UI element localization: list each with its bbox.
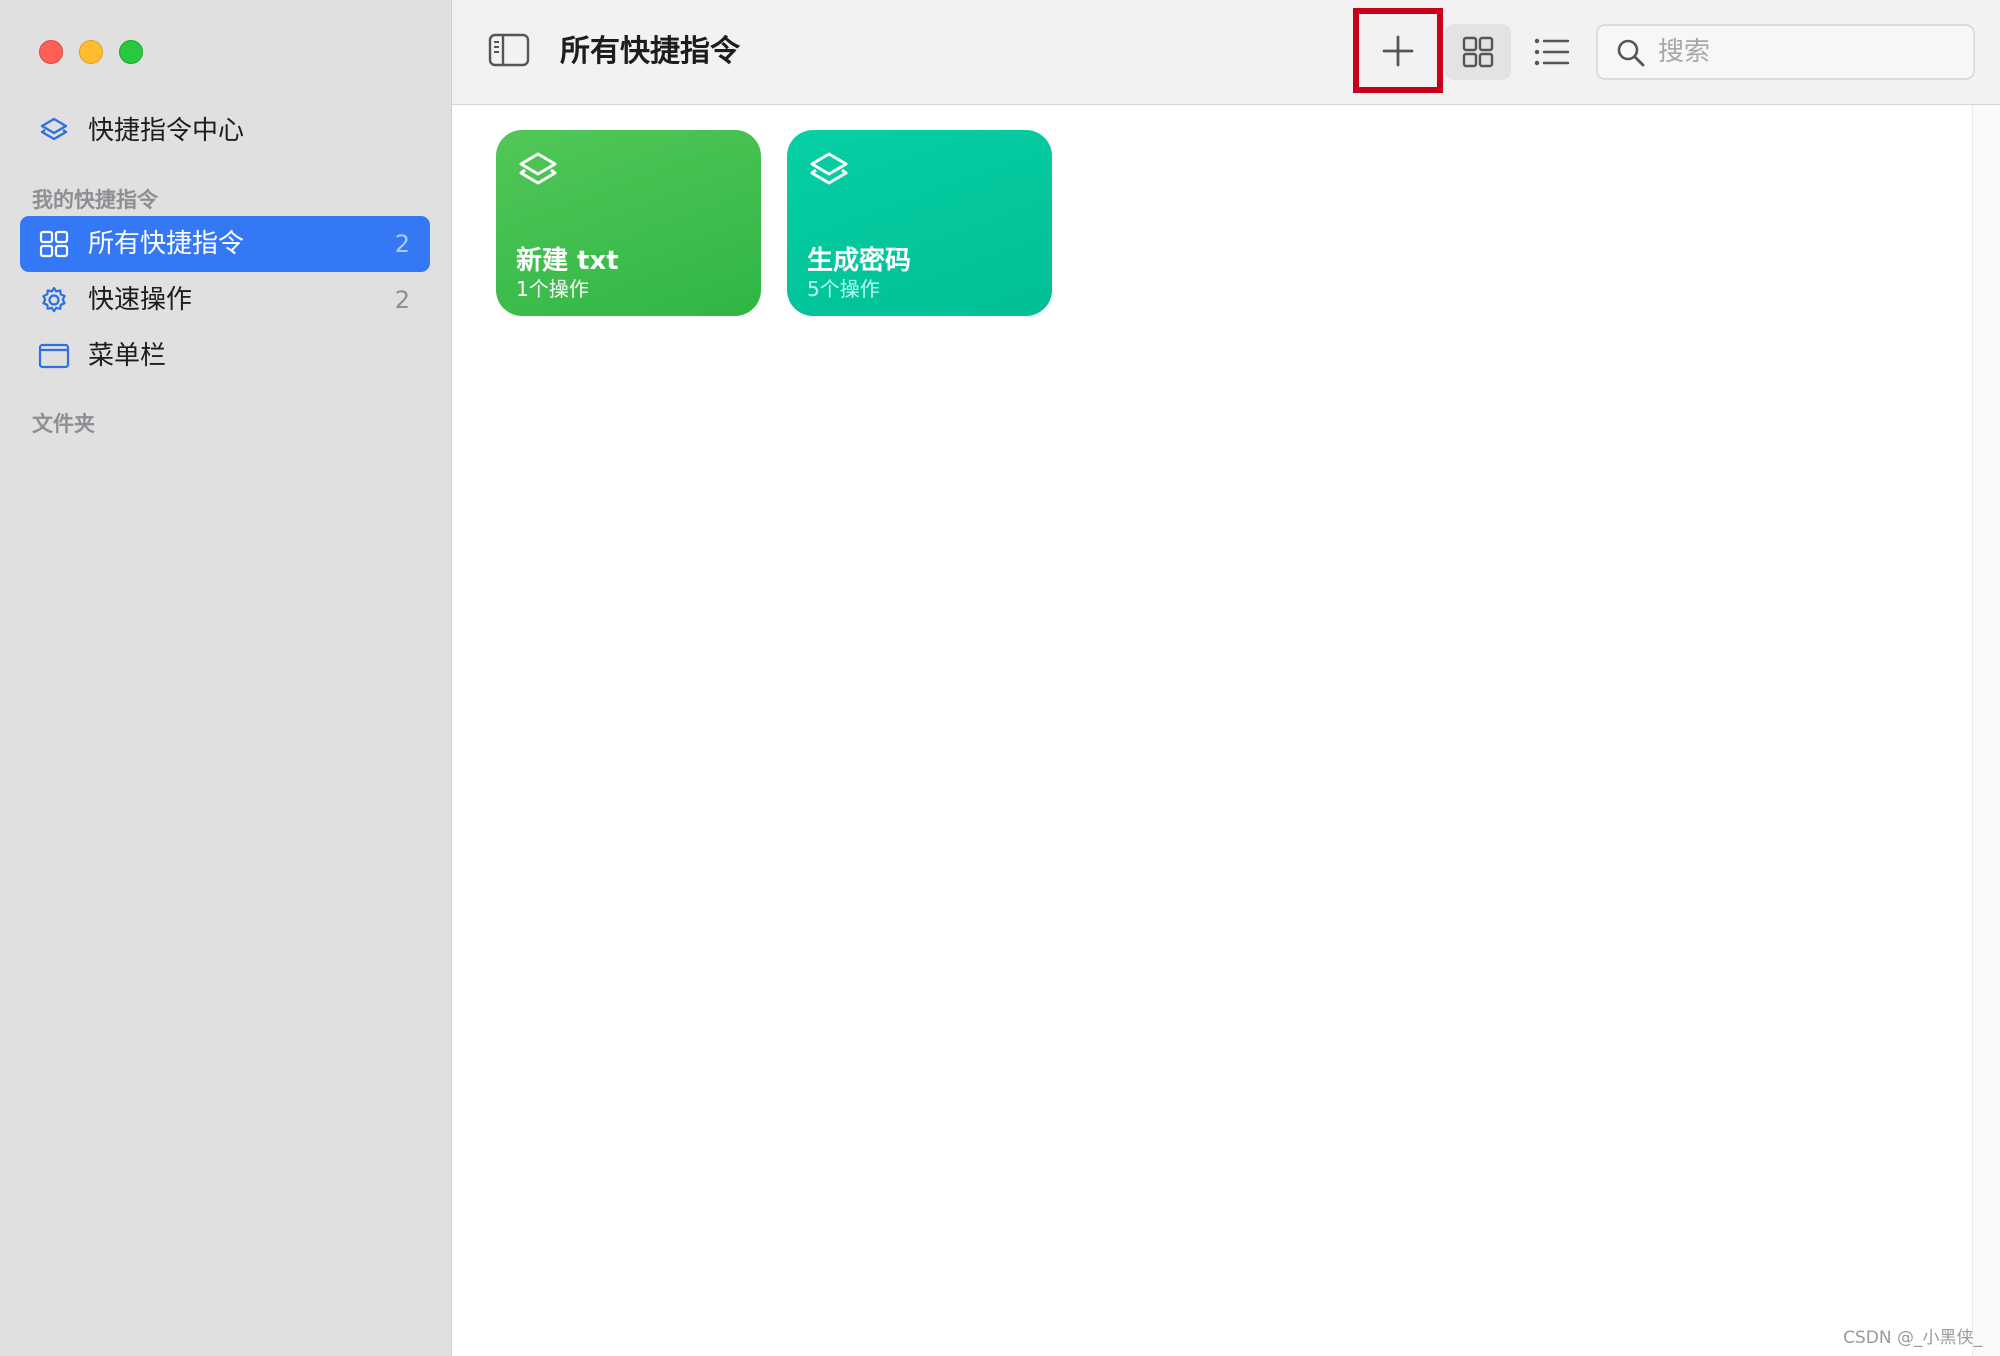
- shortcut-action-count: 5个操作: [807, 277, 880, 301]
- toolbar: 所有快捷指令: [452, 0, 2000, 105]
- sidebar-item-label: 快捷指令中心: [88, 116, 245, 146]
- gear-icon: [42, 286, 66, 313]
- section-heading-my-shortcuts: 我的快捷指令: [32, 188, 158, 212]
- plus-icon: [1382, 35, 1414, 66]
- add-shortcut-button[interactable]: [1353, 8, 1443, 93]
- sidebar-item-count: 2: [394, 230, 410, 258]
- grid-view-icon: [1462, 36, 1494, 68]
- sidebar-item-gallery[interactable]: 快捷指令中心: [20, 103, 430, 159]
- section-heading-folders: 文件夹: [32, 412, 95, 436]
- sidebar-item-label: 菜单栏: [88, 341, 167, 371]
- shortcuts-icon: [40, 117, 68, 141]
- shortcut-card[interactable]: 新建 txt 1个操作: [496, 130, 761, 316]
- zoom-window-button[interactable]: [119, 40, 143, 64]
- menubar-icon: [38, 343, 70, 369]
- search-icon: [1617, 39, 1645, 67]
- scrollbar-track[interactable]: [1972, 105, 2000, 1356]
- shortcut-action-count: 1个操作: [516, 277, 589, 301]
- sidebar-item-label: 所有快捷指令: [88, 229, 245, 259]
- sidebar-toggle-icon[interactable]: [488, 32, 530, 68]
- shortcuts-icon: [519, 152, 557, 185]
- minimize-window-button[interactable]: [79, 40, 103, 64]
- watermark: CSDN @_小黑侠_: [1843, 1328, 1982, 1348]
- shortcut-title: 新建 txt: [516, 246, 619, 276]
- shortcuts-icon: [810, 152, 848, 185]
- shortcut-title: 生成密码: [807, 246, 912, 276]
- sidebar-item-count: 2: [394, 286, 410, 314]
- search-input[interactable]: [1656, 32, 1956, 72]
- list-view-icon: [1534, 38, 1570, 66]
- close-window-button[interactable]: [39, 40, 63, 64]
- sidebar-item-all-shortcuts[interactable]: 所有快捷指令 2: [20, 216, 430, 272]
- page-title: 所有快捷指令: [560, 34, 740, 69]
- shortcuts-window: 快捷指令中心 我的快捷指令 所有快捷指令 2 快速操作 2 菜单栏 文件夹 所有…: [0, 0, 2000, 1356]
- list-view-button[interactable]: [1522, 24, 1582, 80]
- grid-icon: [39, 230, 69, 258]
- grid-view-button[interactable]: [1445, 24, 1511, 80]
- shortcut-card[interactable]: 生成密码 5个操作: [787, 130, 1052, 316]
- sidebar-item-menu-bar[interactable]: 菜单栏: [20, 328, 430, 384]
- sidebar-item-label: 快速操作: [88, 285, 193, 315]
- sidebar: 快捷指令中心 我的快捷指令 所有快捷指令 2 快速操作 2 菜单栏 文件夹: [0, 0, 452, 1356]
- search-field[interactable]: [1596, 24, 1975, 80]
- shortcuts-grid: 新建 txt 1个操作 生成密码 5个操作: [452, 105, 2000, 1356]
- sidebar-item-quick-actions[interactable]: 快速操作 2: [20, 272, 430, 328]
